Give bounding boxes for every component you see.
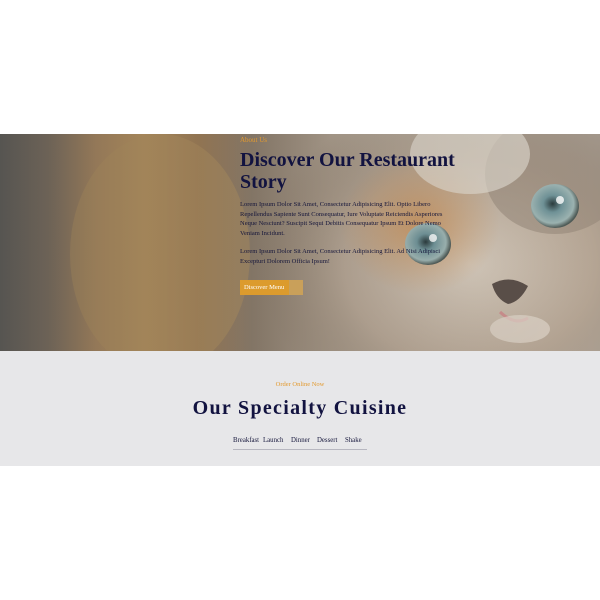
- tab-shake[interactable]: Shake: [345, 437, 362, 444]
- about-title: Discover Our Restaurant Story: [240, 149, 455, 193]
- tab-dinner[interactable]: Dinner: [291, 437, 310, 444]
- discover-menu-button[interactable]: Discover Menu: [240, 280, 303, 295]
- tab-dessert[interactable]: Dessert: [317, 437, 337, 444]
- tab-launch[interactable]: Launch: [263, 437, 283, 444]
- about-paragraph-2: Lorem Ipsum Dolor Sit Amet, Consectetur …: [240, 248, 441, 265]
- about-kicker: About Us: [240, 136, 268, 144]
- about-section: About Us Discover Our Restaurant Story L…: [0, 134, 600, 351]
- tab-breakfast[interactable]: Breakfast: [233, 437, 259, 444]
- about-paragraph-1: Lorem Ipsum Dolor Sit Amet, Consectetur …: [240, 201, 443, 237]
- order-online-label: Order Online Now: [275, 381, 325, 388]
- specialty-section: Order Online Now Our Specialty Cuisine B…: [0, 351, 600, 466]
- specialty-title: Our Specialty Cuisine: [192, 397, 408, 419]
- menu-tabs: Breakfast Launch Dinner Dessert Shake: [233, 437, 367, 450]
